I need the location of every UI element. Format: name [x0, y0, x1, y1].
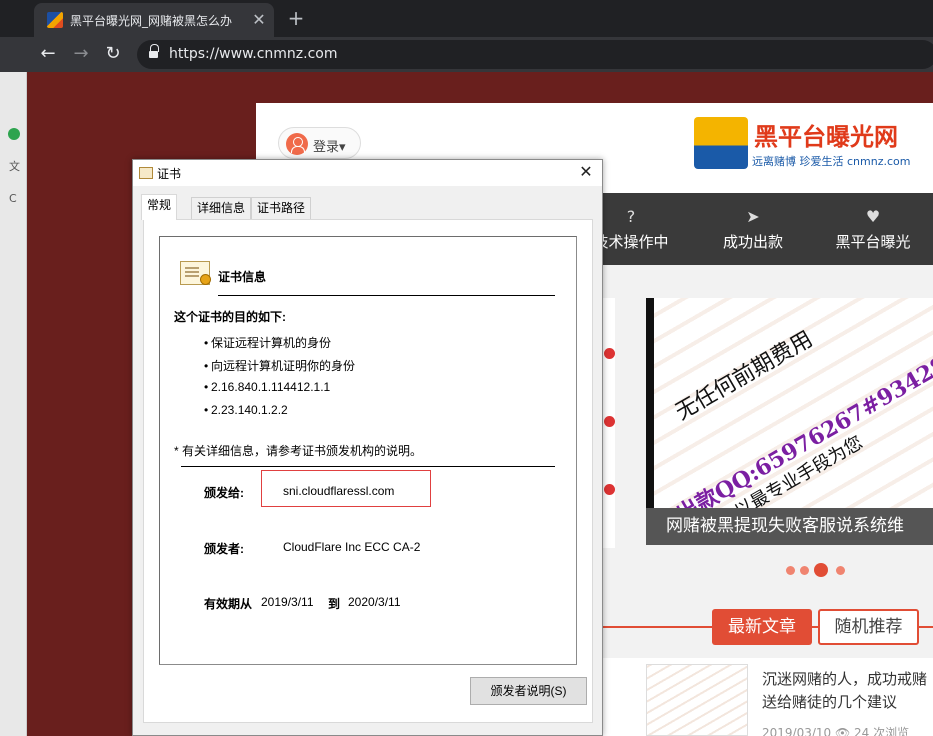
- browser-tab[interactable]: 黑平台曝光网_网赌被黑怎么办 ✕: [34, 3, 274, 37]
- article-thumbnail[interactable]: [646, 664, 748, 736]
- site-favicon-icon: [47, 12, 63, 28]
- browser-toolbar: ← → ↻ https://www.cnmnz.com: [0, 37, 933, 72]
- dialog-title: 证书: [157, 167, 182, 181]
- carousel-dot[interactable]: [800, 566, 809, 575]
- carousel-dots: [784, 563, 854, 577]
- purpose-item: • 保证远程计算机的身份: [204, 336, 332, 350]
- carousel-dot[interactable]: [836, 566, 845, 575]
- divider: [218, 295, 555, 296]
- sidebar-dot-icon: [604, 484, 615, 495]
- purpose-heading: 这个证书的目的如下:: [174, 310, 286, 324]
- reload-icon[interactable]: ↻: [101, 42, 125, 66]
- site-logo-title[interactable]: 黑平台曝光网: [754, 117, 898, 152]
- carousel-dot[interactable]: [786, 566, 795, 575]
- valid-from-label: 有效期从: [204, 597, 253, 611]
- article-meta: 2019/03/10 👁 24 次浏览: [762, 726, 910, 736]
- purpose-item: • 向远程计算机证明你的身份: [204, 359, 356, 373]
- certificate-icon: [180, 261, 211, 285]
- purpose-item: • 2.16.840.1.114412.1.1: [204, 380, 331, 394]
- nav-label: 成功出款: [722, 233, 783, 251]
- tab-random-recommend[interactable]: 随机推荐: [818, 609, 919, 645]
- forward-arrow-icon[interactable]: →: [69, 42, 93, 66]
- carousel-dot-active[interactable]: [814, 563, 828, 577]
- info-note: * 有关详细信息，请参考证书颁发机构的说明。: [174, 444, 423, 458]
- carousel-text: 出款QQ:65976267#934286: [672, 343, 933, 528]
- question-icon: ?: [626, 207, 636, 226]
- tab-title: 黑平台曝光网_网赌被黑怎么办: [70, 14, 233, 28]
- side-text: 文: [9, 160, 20, 173]
- url-text: https://www.cnmnz.com: [169, 46, 338, 62]
- left-side-window: 文 C: [0, 72, 27, 736]
- status-dot-icon: [8, 128, 20, 140]
- nav-item-exposure[interactable]: ♥ 黑平台曝光: [828, 193, 918, 265]
- carousel-image[interactable]: 无任何前期费用 出款QQ:65976267#934286 以最专业手段为您: [646, 298, 933, 528]
- lock-icon[interactable]: [149, 44, 159, 60]
- tab-details[interactable]: 详细信息: [191, 197, 252, 219]
- tab-general[interactable]: 常规: [141, 194, 178, 220]
- login-button[interactable]: 登录▾: [278, 127, 361, 159]
- general-tab-panel: 证书信息 这个证书的目的如下: • 保证远程计算机的身份 • 向远程计算机证明你的身…: [143, 219, 593, 723]
- issuer-statement-button[interactable]: 颁发者说明(S): [470, 677, 587, 705]
- nav-item-success[interactable]: ➤ 成功出款: [708, 193, 798, 265]
- valid-to-label: 到: [328, 597, 341, 611]
- sidebar-dot-icon: [604, 348, 615, 359]
- carousel-image-edge: [646, 298, 654, 508]
- heart-icon: ♥: [865, 207, 881, 226]
- tab-close-icon[interactable]: ✕: [249, 10, 269, 30]
- article-tabs: 最新文章 随机推荐: [600, 606, 933, 646]
- certificate-icon: [139, 167, 153, 179]
- tab-strip: 黑平台曝光网_网赌被黑怎么办 ✕ +: [0, 0, 933, 37]
- site-logo-icon[interactable]: [694, 117, 748, 169]
- issued-to-label: 颁发给:: [204, 486, 244, 500]
- back-arrow-icon[interactable]: ←: [36, 42, 60, 66]
- side-text: C: [9, 192, 17, 205]
- valid-to-value: 2020/3/11: [348, 595, 401, 609]
- list-item[interactable]: 沉迷网赌的人，成功戒赌送给赌徒的几个建议 2019/03/10 👁 24 次浏览: [600, 658, 933, 736]
- nav-label: 黑平台曝光: [835, 233, 911, 251]
- cert-info-heading: 证书信息: [218, 270, 267, 284]
- login-label: 登录▾: [313, 140, 346, 155]
- close-icon[interactable]: ✕: [573, 162, 599, 184]
- certificate-dialog: 证书 ✕ 常规 详细信息 证书路径 证书信息 这个证书的目的如下: • 保证远程计…: [132, 159, 603, 736]
- tab-cert-path[interactable]: 证书路径: [251, 197, 312, 219]
- user-avatar-icon: [286, 133, 308, 155]
- dialog-body: 常规 详细信息 证书路径 证书信息 这个证书的目的如下: • 保证远程计算机的身份…: [133, 186, 602, 735]
- sidebar-dot-icon: [604, 416, 615, 427]
- valid-from-value: 2019/3/11: [261, 595, 314, 609]
- divider: [181, 466, 555, 467]
- site-logo-subtitle: 远离赌博 珍爱生活 cnmnz.com: [752, 155, 911, 168]
- new-tab-button[interactable]: +: [284, 7, 308, 31]
- purpose-item: • 2.23.140.1.2.2: [204, 403, 288, 417]
- carousel-text: 无任何前期费用: [671, 326, 818, 426]
- issued-by-label: 颁发者:: [204, 542, 244, 556]
- send-icon: ➤: [746, 207, 760, 226]
- dialog-titlebar[interactable]: 证书 ✕: [133, 160, 602, 186]
- carousel-caption[interactable]: 网赌被黑提现失败客服说系统维: [646, 508, 933, 545]
- address-bar[interactable]: https://www.cnmnz.com: [137, 40, 933, 69]
- issued-by-value: CloudFlare Inc ECC CA-2: [283, 540, 421, 554]
- carousel[interactable]: 无任何前期费用 出款QQ:65976267#934286 以最专业手段为您 网赌…: [646, 298, 933, 545]
- article-title[interactable]: 沉迷网赌的人，成功戒赌送给赌徒的几个建议: [762, 668, 932, 714]
- issued-to-value: sni.cloudflaressl.com: [283, 484, 395, 498]
- tab-latest-articles[interactable]: 最新文章: [712, 609, 812, 645]
- certificate-info-frame: 证书信息 这个证书的目的如下: • 保证远程计算机的身份 • 向远程计算机证明你的身…: [159, 236, 577, 665]
